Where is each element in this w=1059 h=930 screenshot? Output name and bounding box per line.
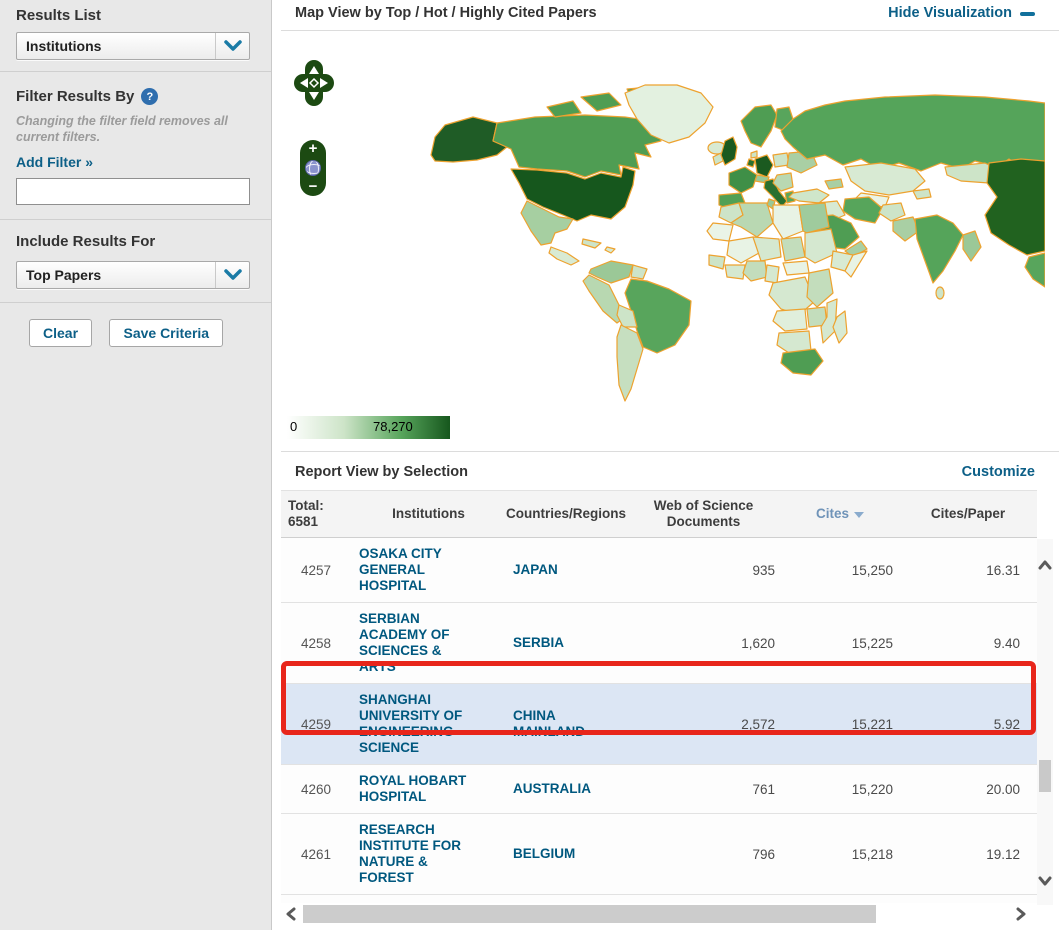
legend-max-value: 78,270 (373, 419, 413, 434)
filter-sidebar: Results List Institutions Filter Results… (0, 0, 272, 930)
section-divider (281, 451, 1059, 452)
country-link[interactable]: SERBIA (506, 627, 626, 659)
rank-cell: 4259 (281, 717, 351, 732)
zoom-in-button[interactable]: + (309, 143, 318, 155)
rank-cell: 4261 (281, 847, 351, 862)
scroll-down-button[interactable] (1037, 873, 1053, 889)
globe-icon[interactable] (305, 160, 321, 176)
cites-per-paper-cell: 16.31 (899, 563, 1037, 578)
map-view-title: Map View by Top / Hot / Highly Cited Pap… (295, 5, 597, 21)
cites-per-paper-cell: 20.00 (899, 782, 1037, 797)
cites-header-sorted[interactable]: Cites (781, 506, 899, 522)
institution-link[interactable]: RESEARCH INSTITUTE FOR NATURE & FOREST (351, 814, 506, 894)
institutions-header[interactable]: Institutions (351, 506, 506, 522)
add-filter-link[interactable]: Add Filter » (16, 154, 93, 170)
world-map[interactable] (285, 55, 1045, 445)
legend-min-value: 0 (290, 419, 297, 434)
documents-cell: 761 (626, 782, 781, 797)
documents-cell: 796 (626, 847, 781, 862)
table-row[interactable]: 4258 SERBIAN ACADEMY OF SCIENCES & ARTS … (281, 603, 1037, 684)
cites-header-label: Cites (816, 506, 849, 522)
table-row[interactable]: 4257 OSAKA CITY GENERAL HOSPITAL JAPAN 9… (281, 538, 1037, 603)
institution-link[interactable]: SHANGHAI UNIVERSITY OF ENGINEERING SCIEN… (351, 684, 506, 764)
hide-visualization-link[interactable]: Hide Visualization (888, 5, 1035, 21)
table-row[interactable]: 4259 SHANGHAI UNIVERSITY OF ENGINEERING … (281, 684, 1037, 765)
results-list-dropdown[interactable]: Institutions (16, 32, 250, 60)
table-header-row: Total: 6581 Institutions Countries/Regio… (281, 490, 1037, 538)
hide-visualization-label: Hide Visualization (888, 5, 1012, 21)
countries-header[interactable]: Countries/Regions (506, 506, 626, 522)
table-row[interactable]: 4261 RESEARCH INSTITUTE FOR NATURE & FOR… (281, 814, 1037, 895)
cites-per-paper-cell: 19.12 (899, 847, 1037, 862)
cites-cell: 15,218 (781, 847, 899, 862)
results-list-heading: Results List (16, 7, 255, 24)
institution-link[interactable]: OSAKA CITY GENERAL HOSPITAL (351, 538, 506, 602)
filter-input[interactable] (16, 178, 250, 205)
total-label: Total: (288, 498, 351, 514)
help-icon[interactable]: ? (141, 88, 158, 105)
country-link[interactable]: JAPAN (506, 554, 626, 586)
cites-per-paper-cell: 5.92 (899, 717, 1037, 732)
include-results-selected-value: Top Papers (17, 267, 215, 283)
country-link[interactable]: BELGIUM (506, 838, 626, 870)
documents-cell: 2,572 (626, 717, 781, 732)
include-results-heading: Include Results For (16, 233, 255, 250)
sort-descending-icon (854, 512, 864, 518)
include-results-dropdown[interactable]: Top Papers (16, 261, 250, 289)
institution-link[interactable]: SERBIAN ACADEMY OF SCIENCES & ARTS (351, 603, 506, 683)
map-zoom-control: + − (300, 140, 326, 196)
cites-per-paper-cell: 9.40 (899, 636, 1037, 651)
scroll-left-button[interactable] (283, 905, 299, 923)
customize-link[interactable]: Customize (962, 464, 1035, 480)
cites-cell: 15,250 (781, 563, 899, 578)
documents-header[interactable]: Web of Science Documents (626, 498, 781, 530)
total-value: 6581 (288, 514, 351, 530)
horizontal-scroll-thumb[interactable] (303, 905, 876, 923)
save-criteria-button[interactable]: Save Criteria (109, 319, 223, 347)
chevron-down-icon (215, 33, 249, 59)
header-divider (281, 30, 1059, 31)
filter-note: Changing the filter field removes all cu… (16, 114, 255, 145)
scroll-right-button[interactable] (1013, 905, 1029, 923)
chevron-down-icon (215, 262, 249, 288)
scroll-up-button[interactable] (1037, 557, 1053, 573)
rank-cell: 4260 (281, 782, 351, 797)
map-color-legend: 0 78,270 (287, 416, 450, 439)
documents-cell: 1,620 (626, 636, 781, 651)
country-link[interactable]: AUSTRALIA (506, 773, 626, 805)
cites-cell: 15,225 (781, 636, 899, 651)
cites-cell: 15,221 (781, 717, 899, 732)
minus-icon (1020, 12, 1035, 16)
cites-cell: 15,220 (781, 782, 899, 797)
zoom-out-button[interactable]: − (309, 181, 318, 193)
vertical-scroll-thumb[interactable] (1039, 760, 1051, 792)
map-pan-control[interactable] (294, 60, 334, 138)
documents-cell: 935 (626, 563, 781, 578)
total-header: Total: 6581 (281, 498, 351, 530)
filter-results-heading: Filter Results By (16, 88, 134, 105)
horizontal-scrollbar[interactable] (281, 903, 1037, 925)
institution-link[interactable]: ROYAL HOBART HOSPITAL (351, 765, 506, 813)
rank-cell: 4257 (281, 563, 351, 578)
report-view-title: Report View by Selection (295, 464, 468, 480)
clear-button[interactable]: Clear (29, 319, 92, 347)
results-table-body: 4257 OSAKA CITY GENERAL HOSPITAL JAPAN 9… (281, 538, 1037, 905)
country-link[interactable]: CHINA MAINLAND (506, 700, 626, 748)
rank-cell: 4258 (281, 636, 351, 651)
vertical-scrollbar[interactable] (1037, 539, 1053, 905)
cites-per-paper-header[interactable]: Cites/Paper (899, 506, 1037, 522)
results-list-selected-value: Institutions (17, 38, 215, 54)
table-row[interactable]: 4260 ROYAL HOBART HOSPITAL AUSTRALIA 761… (281, 765, 1037, 814)
